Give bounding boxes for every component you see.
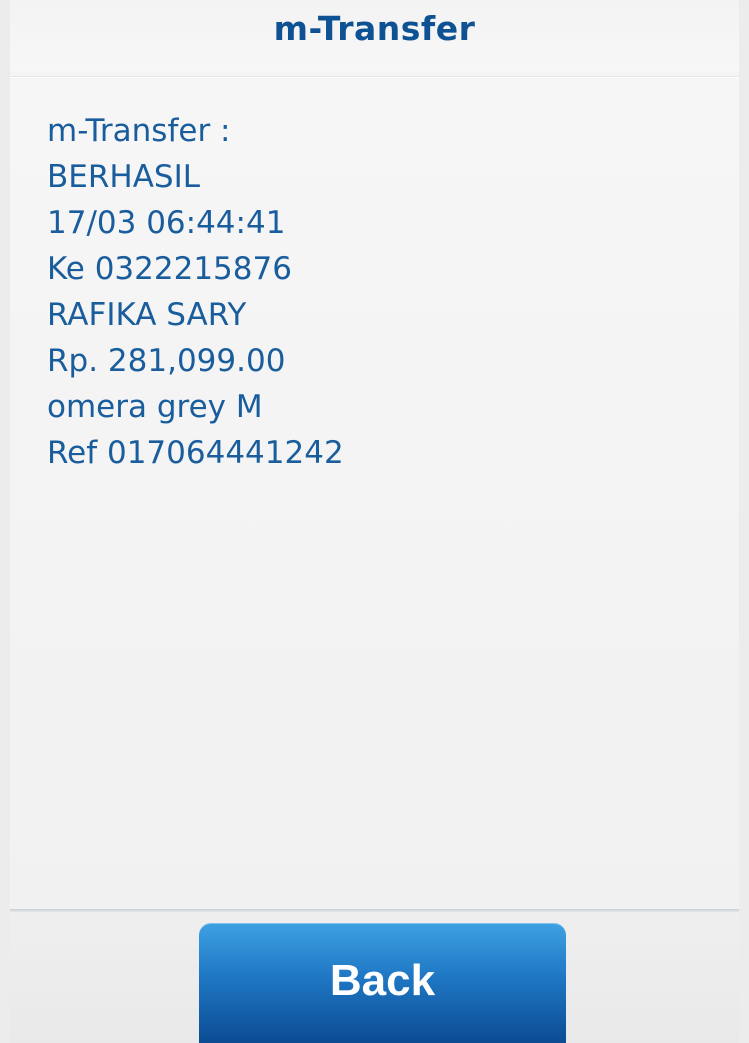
message-text: m-Transfer : BERHASIL 17/03 06:44:41 Ke … xyxy=(47,108,344,476)
message-line-datetime: 17/03 06:44:41 xyxy=(47,205,286,241)
back-button[interactable]: Back xyxy=(199,923,566,1043)
page-title: m-Transfer xyxy=(273,8,476,48)
screen: m-Transfer m-Transfer : BERHASIL 17/03 0… xyxy=(0,0,749,1043)
footer-bar: Back xyxy=(10,913,739,1043)
message-line-recipient-name: RAFIKA SARY xyxy=(47,297,247,333)
message-area: m-Transfer : BERHASIL 17/03 06:44:41 Ke … xyxy=(10,78,739,909)
message-line-status: BERHASIL xyxy=(47,159,201,195)
message-line-amount: Rp. 281,099.00 xyxy=(47,343,286,379)
back-button-label: Back xyxy=(329,956,436,1005)
message-line-reference: Ref 017064441242 xyxy=(47,435,344,471)
message-line-title: m-Transfer : xyxy=(47,113,231,149)
message-line-destination-account: Ke 0322215876 xyxy=(47,251,292,287)
header-bar: m-Transfer xyxy=(10,0,739,72)
message-line-note: omera grey M xyxy=(47,389,263,425)
